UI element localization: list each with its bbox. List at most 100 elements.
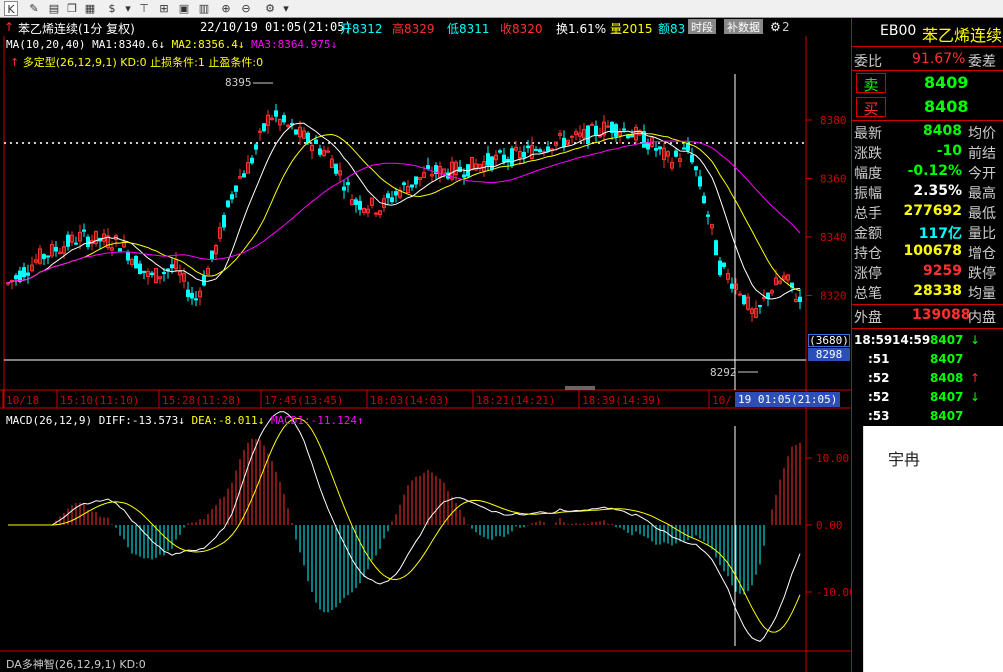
- candle-body: [226, 200, 230, 208]
- price-tick-label: 8320: [820, 290, 847, 303]
- dea-line: [8, 417, 801, 633]
- candle-body: [502, 154, 506, 163]
- candle-body: [586, 125, 590, 144]
- dollar-button[interactable]: $: [104, 1, 120, 16]
- tick-time: 18:59: [854, 333, 893, 347]
- quote-right-label: 最高: [968, 186, 996, 202]
- quote-value: 117亿: [918, 226, 962, 242]
- candle-body: [386, 193, 390, 199]
- candle-body: [510, 148, 514, 166]
- chevron-down-icon[interactable]: ▾: [278, 1, 294, 16]
- candle-body: [186, 289, 190, 298]
- time-label: 10/: [712, 394, 732, 407]
- diff-value: DIFF:-13.573: [98, 414, 179, 427]
- tick-row: :52 8407 ↓: [852, 389, 1003, 409]
- candle-body: [718, 260, 722, 276]
- candle-body: [426, 165, 430, 170]
- candle-body: [526, 145, 530, 149]
- buy-price[interactable]: 8408: [924, 97, 969, 116]
- candle-body: [170, 264, 174, 269]
- time-label: 10/18: [6, 394, 39, 407]
- candle-body: [66, 234, 70, 247]
- quote-value: -0.12%: [907, 163, 962, 179]
- quote-right-label: 均量: [968, 286, 996, 302]
- grid-icon[interactable]: ▣: [176, 1, 192, 16]
- period-button[interactable]: 时段: [688, 19, 716, 34]
- candle-body: [22, 267, 26, 278]
- user-popup[interactable]: 宇冉: [863, 426, 1003, 672]
- settings-icon[interactable]: ⚙: [262, 1, 278, 16]
- filter-icon[interactable]: ⊤: [136, 1, 152, 16]
- candle-body: [26, 272, 30, 276]
- zoom-in-icon[interactable]: ⊕: [218, 1, 234, 16]
- quote-value: 9259: [923, 263, 962, 279]
- price-tick-label: 8380: [820, 114, 847, 127]
- low-mark: 8292: [710, 366, 737, 379]
- quote-value: 2.35%: [913, 183, 962, 199]
- ma3-line: [7, 140, 801, 284]
- quote-row: 涨停 9259 跌停: [852, 262, 1003, 282]
- k-button[interactable]: K: [4, 1, 18, 16]
- tick-time: :53: [868, 409, 890, 423]
- candle-body: [654, 147, 658, 151]
- candle-body: [706, 214, 710, 217]
- quote-label: 最新: [854, 126, 882, 142]
- strategy-text: 多定型(26,12,9,1) KD:0 止损条件:1 止盈条件:0: [22, 56, 264, 69]
- candle-body: [522, 151, 526, 158]
- candle-body: [358, 200, 362, 210]
- time-label: 18:21(14:21): [476, 394, 555, 407]
- quote-row: 最新 8408 均价: [852, 122, 1003, 142]
- chart-type-icon[interactable]: ▦: [82, 1, 98, 16]
- candle-body: [306, 132, 310, 144]
- quote-label: 金额: [854, 226, 882, 242]
- tick-time: :52: [868, 371, 890, 385]
- candle-body: [142, 270, 146, 273]
- time-label: 17:45(13:45): [264, 394, 343, 407]
- quote-row: 总手 277692 最低: [852, 202, 1003, 222]
- candle-body: [262, 123, 266, 132]
- candle-body: [738, 293, 742, 296]
- candles-icon[interactable]: ▥: [196, 1, 212, 16]
- chevron-down-icon[interactable]: ▾: [120, 1, 136, 16]
- edit-icon[interactable]: ✎: [26, 1, 42, 16]
- chart-icon[interactable]: ⊞: [156, 1, 172, 16]
- ma2-value: MA2:8356.4: [171, 38, 238, 51]
- candle-body: [698, 176, 702, 187]
- fill-data-button[interactable]: 补数据: [724, 19, 763, 34]
- tick-arrow-icon: ↓: [970, 390, 981, 404]
- candle-body: [742, 294, 746, 305]
- candle-body: [318, 148, 322, 155]
- document-icon[interactable]: ▤: [46, 1, 62, 16]
- candle-body: [314, 139, 318, 145]
- buy-label: 买: [856, 97, 886, 118]
- tick-price: 8408: [930, 371, 964, 385]
- quote-label: 涨停: [854, 266, 882, 282]
- candle-body: [562, 137, 566, 148]
- candle-body: [686, 143, 690, 151]
- quote-row: 幅度 -0.12% 今开: [852, 162, 1003, 182]
- candle-body: [758, 304, 762, 307]
- scroll-thumb[interactable]: [565, 386, 595, 390]
- open-price: 开8312: [340, 22, 383, 36]
- diff-line: [8, 411, 801, 642]
- candle-body: [722, 262, 726, 267]
- quote-right-label: 增仓: [968, 246, 996, 262]
- candle-body: [138, 263, 142, 275]
- price-tick-label: 8360: [820, 173, 847, 186]
- tick-row: :52 8408 ↑: [852, 370, 1003, 390]
- candle-body: [222, 215, 226, 228]
- axis-labels: 8380 8360 8340 8320 10.00 0.00 -10.00 10/18 15:1…: [2, 76, 856, 599]
- copy-icon[interactable]: ❐: [64, 1, 80, 16]
- macd-indicator: [8, 411, 801, 642]
- candle-body: [334, 163, 338, 174]
- zoom-out-icon[interactable]: ⊖: [238, 1, 254, 16]
- sell-price[interactable]: 8409: [924, 73, 969, 92]
- quote-right-label: 今开: [968, 166, 996, 182]
- tick-price: 8407: [930, 352, 964, 366]
- candle-body: [674, 150, 678, 157]
- volume: 量2015: [610, 22, 653, 36]
- settings-icon[interactable]: ⚙: [770, 20, 781, 34]
- chart-area[interactable]: 8380 8360 8340 8320 10.00 0.00 -10.00 10/18 15:1…: [0, 36, 856, 672]
- candle-body: [646, 143, 650, 150]
- quote-label: 幅度: [854, 166, 882, 182]
